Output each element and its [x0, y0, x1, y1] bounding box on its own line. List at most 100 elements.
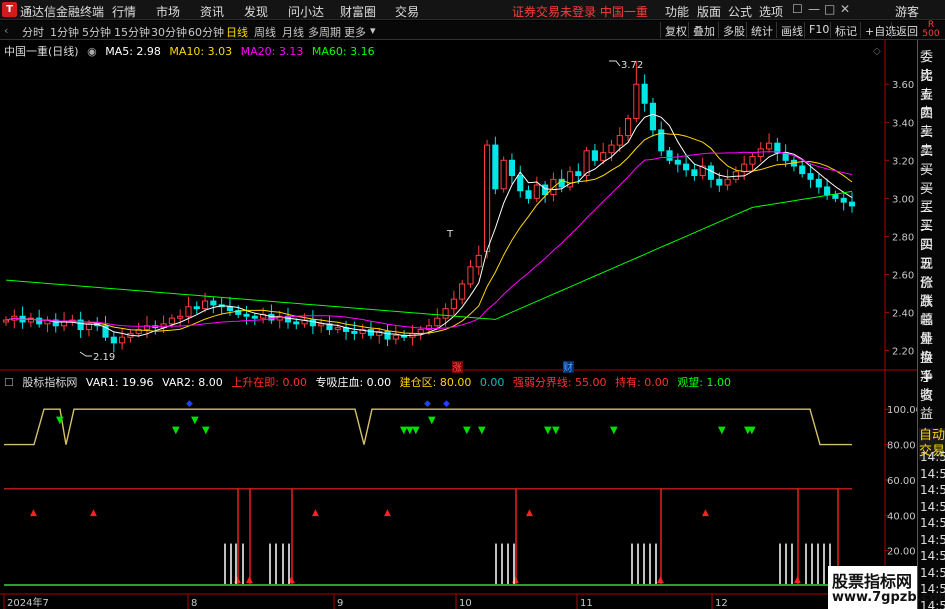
- candle-body: [177, 315, 184, 319]
- signal-diamond-icon: ◆: [443, 399, 450, 409]
- cai-marker: 财: [563, 361, 573, 374]
- buy-arrow-icon: ▼: [552, 425, 560, 436]
- menu-gongshi[interactable]: 公式: [728, 3, 752, 20]
- maximize-icon[interactable]: □: [824, 2, 835, 16]
- x-tick-label: 9: [337, 598, 343, 609]
- candle-body: [168, 317, 175, 325]
- candle-body: [508, 159, 516, 177]
- buy-arrow-icon: ▼: [463, 425, 471, 436]
- ind-y-tick-label: 100.00: [887, 405, 917, 416]
- login-notice[interactable]: 证券交易未登录 中国一重: [512, 3, 648, 20]
- candle-body: [500, 159, 507, 190]
- candle-body: [575, 171, 582, 177]
- nav-left-icon[interactable]: ‹: [4, 24, 8, 37]
- user-icon[interactable]: ☐: [792, 2, 803, 16]
- period-1min[interactable]: 1分钟: [50, 24, 79, 40]
- menu-banmian[interactable]: 版面: [697, 3, 721, 20]
- minimize-icon[interactable]: —: [808, 2, 820, 16]
- chiyou-label: 持有: 0.00: [615, 376, 669, 389]
- period-more[interactable]: 更多: [344, 24, 366, 40]
- y-tick-label: 2.20: [892, 346, 914, 357]
- red-up-arrow-icon: ▲: [702, 508, 709, 518]
- close-icon[interactable]: ✕: [840, 2, 850, 16]
- chevron-down-icon[interactable]: ▾: [370, 24, 376, 37]
- red-up-arrow-icon: ▲: [90, 508, 97, 518]
- btn-biaoji[interactable]: 标记: [830, 22, 861, 38]
- quote-row[interactable]: 收益: [920, 384, 945, 422]
- buy-arrow-icon: ▼: [544, 425, 552, 436]
- btn-diejia[interactable]: 叠加: [688, 22, 719, 38]
- menu-shichang[interactable]: 市场: [156, 3, 180, 20]
- var1-label: VAR1: 19.96: [85, 376, 154, 389]
- red-up-arrow-icon: ▲: [246, 575, 253, 585]
- period-multi[interactable]: 多周期: [308, 24, 341, 40]
- guest-label[interactable]: 游客: [895, 3, 919, 20]
- candle-body: [119, 336, 126, 344]
- btn-huaxian[interactable]: 画线: [776, 22, 807, 38]
- x-tick-label: 8: [191, 598, 197, 609]
- period-15min[interactable]: 15分钟: [114, 24, 150, 40]
- guanwang-label: 观望: 1.00: [677, 376, 731, 389]
- candle-body: [608, 144, 615, 154]
- candle-body: [334, 327, 341, 331]
- ind-y-tick-label: 40.00: [887, 511, 916, 522]
- candle-body: [201, 300, 209, 310]
- candle-body: [392, 334, 399, 340]
- signal-diamond-icon: ◆: [424, 399, 431, 409]
- candle-body: [641, 83, 648, 104]
- indicator-toggle-icon[interactable]: ☐: [4, 376, 14, 389]
- btn-duogu[interactable]: 多股: [718, 22, 749, 38]
- menu-caifuquan[interactable]: 财富圈: [340, 3, 376, 20]
- y-tick-label: 2.80: [892, 232, 914, 243]
- tick-time: 14:56: [920, 532, 945, 547]
- buy-arrow-icon: ▼: [748, 425, 756, 436]
- ma60-label: MA60: 3.16: [311, 45, 375, 58]
- menu-faxian[interactable]: 发现: [244, 3, 268, 20]
- tick-time: 14:56: [920, 499, 945, 514]
- main-legend: 中国一重(日线) ◉ MA5: 2.98 MA10: 3.03 MA20: 3.…: [4, 43, 380, 59]
- period-5min[interactable]: 5分钟: [82, 24, 111, 40]
- btn-f10[interactable]: F10: [804, 22, 833, 38]
- candle-body: [525, 190, 532, 199]
- candle-body: [384, 330, 391, 340]
- menu-xuanxiang[interactable]: 选项: [759, 3, 783, 20]
- settings-diamond-icon[interactable]: ◇: [873, 46, 881, 57]
- x-tick-label: 11: [580, 598, 593, 609]
- title-bar: T 通达信金融终端 行情 市场 资讯 发现 问小达 财富圈 交易 证券交易未登录…: [0, 0, 945, 20]
- period-weekly[interactable]: 周线: [254, 24, 276, 40]
- tick-time: 14:56: [920, 466, 945, 481]
- y-tick-label: 2.60: [892, 270, 914, 281]
- stock-name[interactable]: 中国一重(日线): [4, 45, 79, 58]
- btn-tongji[interactable]: 统计: [746, 22, 777, 38]
- candle-body: [683, 163, 690, 171]
- candle-body: [691, 169, 698, 177]
- legend-toggle-icon[interactable]: ◉: [87, 45, 97, 58]
- btn-fuquan[interactable]: 复权: [660, 22, 691, 38]
- buy-arrow-icon: ▼: [610, 425, 618, 436]
- period-fenshi[interactable]: 分时: [22, 24, 44, 40]
- period-60min[interactable]: 60分钟: [188, 24, 224, 40]
- candle-body: [517, 175, 524, 192]
- qiangruo-label: 强弱分界线: 55.00: [512, 376, 607, 389]
- period-monthly[interactable]: 月线: [282, 24, 304, 40]
- kline-chart[interactable]: 3.603.403.203.002.802.602.402.20 ▼▼▼▼ ▼▼▼…: [0, 40, 917, 609]
- candle-body: [2, 319, 10, 323]
- candle-body: [807, 173, 814, 180]
- candle-body: [824, 186, 831, 196]
- ma5-label: MA5: 2.98: [105, 45, 161, 58]
- zhang-marker: 涨: [452, 362, 462, 374]
- tick-time: 14:56: [920, 516, 945, 530]
- period-daily[interactable]: 日线: [226, 24, 248, 40]
- r500-badge[interactable]: R 500: [918, 21, 944, 39]
- indicator-name[interactable]: 股标指标网: [22, 376, 77, 389]
- menu-gongneng[interactable]: 功能: [665, 3, 689, 20]
- red-up-arrow-icon: ▲: [657, 575, 664, 585]
- period-30min[interactable]: 30分钟: [151, 24, 187, 40]
- indicator-legend: ☐ 股标指标网 VAR1: 19.96 VAR2: 8.00 上升在即: 0.0…: [4, 374, 736, 390]
- menu-jiaoyi[interactable]: 交易: [395, 3, 419, 20]
- menu-zixun[interactable]: 资讯: [200, 3, 224, 20]
- buy-arrow-icon: ▼: [428, 415, 436, 426]
- menu-hangqing[interactable]: 行情: [112, 3, 136, 20]
- candle-body: [442, 308, 449, 319]
- menu-wenxiaoda[interactable]: 问小达: [288, 3, 324, 20]
